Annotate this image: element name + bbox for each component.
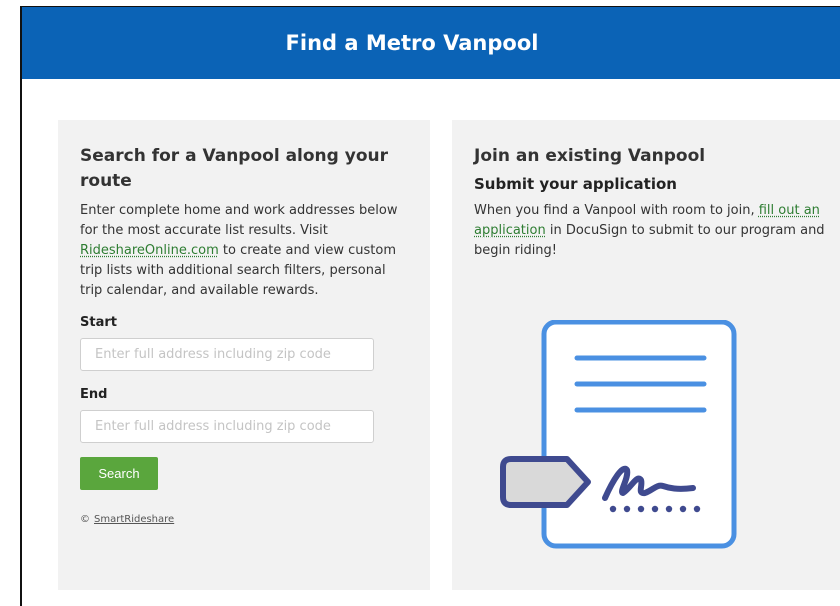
page-header: Find a Metro Vanpool — [22, 7, 840, 79]
page-title: Find a Metro Vanpool — [285, 31, 539, 55]
search-card: Search for a Vanpool along your route En… — [58, 120, 430, 590]
rideshareonline-link[interactable]: RideshareOnline.com — [80, 243, 219, 258]
document-signature-icon — [500, 320, 737, 549]
end-label: End — [80, 387, 108, 402]
credit-line: © SmartRideshare — [80, 514, 408, 525]
smartrideshare-link[interactable]: SmartRideshare — [94, 514, 174, 525]
start-address-input[interactable] — [80, 338, 374, 371]
page-frame: Find a Metro Vanpool Search for a Vanpoo… — [20, 6, 840, 606]
join-card-subtitle: Submit your application — [474, 175, 677, 193]
join-card-description: When you find a Vanpool with room to joi… — [474, 201, 830, 261]
join-card: Join an existing Vanpool Submit your app… — [452, 120, 840, 590]
start-label: Start — [80, 315, 117, 330]
search-button[interactable]: Search — [80, 457, 158, 490]
search-card-description: Enter complete home and work addresses b… — [80, 201, 408, 301]
copyright-icon: © — [80, 514, 90, 525]
end-address-input[interactable] — [80, 410, 374, 443]
join-text-1: When you find a Vanpool with room to joi… — [474, 203, 759, 218]
search-card-title: Search for a Vanpool along your route — [80, 146, 388, 191]
description-text-1: Enter complete home and work addresses b… — [80, 203, 398, 238]
join-card-title: Join an existing Vanpool — [474, 146, 706, 166]
